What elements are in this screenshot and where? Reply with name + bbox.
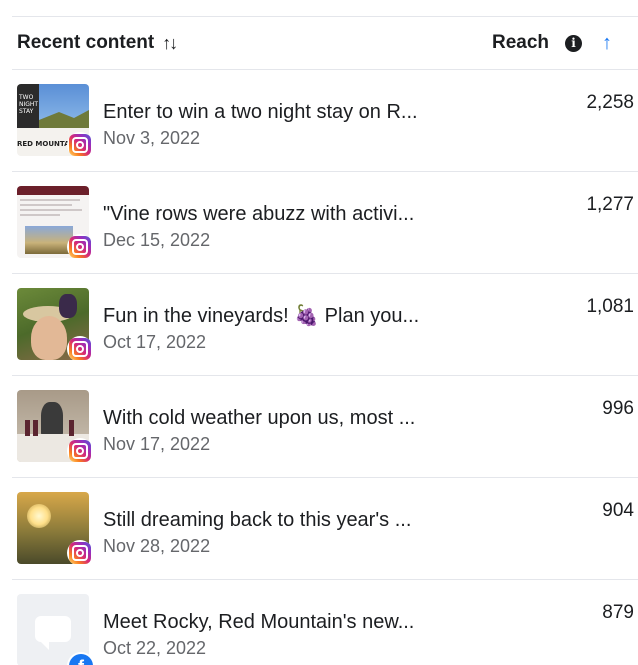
post-reach: 1,277 — [586, 194, 634, 215]
table-header: Recent content ↑↓ Reach i ↑ — [12, 16, 638, 70]
post-text: "Vine rows were abuzz with activi... Dec… — [103, 202, 463, 252]
post-reach: 879 — [602, 602, 634, 623]
post-date: Oct 22, 2022 — [103, 638, 207, 658]
message-placeholder-icon — [35, 616, 71, 650]
post-title[interactable]: Fun in the vineyards! 🍇 Plan you... — [103, 304, 463, 328]
recent-content-column-header[interactable]: Recent content ↑↓ — [12, 32, 178, 54]
recent-content-panel: Recent content ↑↓ Reach i ↑ TWO NIGHT ST… — [0, 0, 638, 665]
table-row[interactable]: Still dreaming back to this year's ... N… — [12, 478, 638, 580]
table-row[interactable]: Fun in the vineyards! 🍇 Plan you... Oct … — [12, 274, 638, 376]
post-date: Dec 15, 2022 — [103, 230, 211, 250]
reach-column-header[interactable]: Reach i ↑ — [492, 32, 638, 55]
post-reach: 996 — [602, 398, 634, 419]
instagram-icon — [67, 132, 93, 158]
post-text: Still dreaming back to this year's ... N… — [103, 508, 463, 558]
instagram-icon — [67, 336, 93, 362]
instagram-icon — [67, 438, 93, 464]
info-icon[interactable]: i — [565, 34, 582, 52]
table-row[interactable]: TWO NIGHT STAY RED MOUNTAIN B Enter to w… — [12, 70, 638, 172]
thumbnail-bottle — [69, 420, 74, 436]
post-text: Enter to win a two night stay on R... No… — [103, 100, 463, 150]
post-date: Nov 3, 2022 — [103, 128, 201, 148]
thumbnail-text-line — [20, 209, 82, 211]
instagram-icon — [67, 540, 93, 566]
post-text: Meet Rocky, Red Mountain's new... Oct 22… — [103, 610, 463, 660]
post-text: Fun in the vineyards! 🍇 Plan you... Oct … — [103, 304, 463, 354]
thumbnail-text-line — [20, 214, 60, 216]
recent-content-label: Recent content — [17, 32, 155, 53]
thumbnail-face — [31, 316, 67, 360]
reach-label: Reach — [491, 32, 549, 53]
post-date: Oct 17, 2022 — [103, 332, 207, 352]
thumbnail-person — [41, 402, 63, 436]
post-title[interactable]: Enter to win a two night stay on R... — [103, 100, 463, 124]
instagram-icon — [67, 234, 93, 260]
sort-ascending-icon[interactable]: ↑ — [602, 32, 612, 55]
thumbnail-banner — [17, 186, 89, 195]
table-row[interactable]: "Vine rows were abuzz with activi... Dec… — [12, 172, 638, 274]
post-date: Nov 17, 2022 — [103, 434, 211, 454]
post-date: Nov 28, 2022 — [103, 536, 211, 556]
post-reach: 904 — [602, 500, 634, 521]
table-row[interactable]: With cold weather upon us, most ... Nov … — [12, 376, 638, 478]
thumbnail-bottle — [33, 420, 38, 436]
thumbnail-headline: TWO NIGHT STAY — [19, 94, 39, 115]
post-title[interactable]: "Vine rows were abuzz with activi... — [103, 202, 463, 226]
post-text: With cold weather upon us, most ... Nov … — [103, 406, 463, 456]
thumbnail-text-line — [20, 199, 80, 201]
post-reach: 1,081 — [586, 296, 634, 317]
thumbnail-bottle — [25, 420, 30, 436]
thumbnail-sun — [27, 504, 51, 528]
post-reach: 2,258 — [586, 92, 634, 113]
table-row[interactable]: f Meet Rocky, Red Mountain's new... Oct … — [12, 580, 638, 665]
content-list: TWO NIGHT STAY RED MOUNTAIN B Enter to w… — [12, 70, 638, 665]
post-title[interactable]: With cold weather upon us, most ... — [103, 406, 463, 430]
thumbnail-text-line — [20, 204, 72, 206]
sort-icon[interactable]: ↑↓ — [162, 33, 178, 54]
post-title[interactable]: Still dreaming back to this year's ... — [103, 508, 463, 532]
thumbnail-grapes — [59, 294, 77, 318]
post-title[interactable]: Meet Rocky, Red Mountain's new... — [103, 610, 463, 634]
thumbnail-photo — [25, 226, 73, 254]
